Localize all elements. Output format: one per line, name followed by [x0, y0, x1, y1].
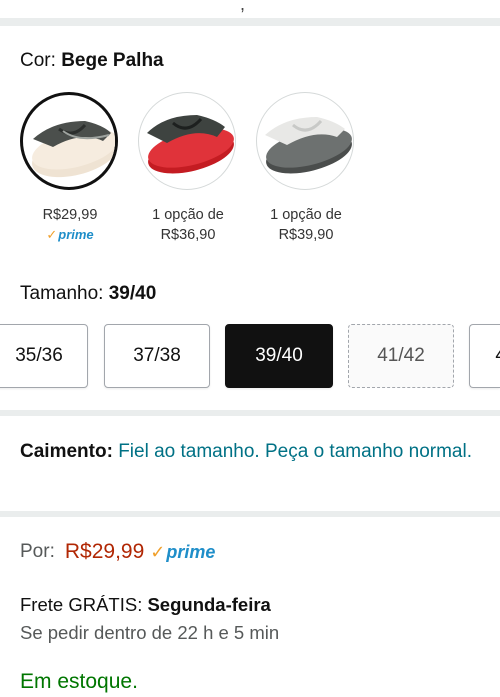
size-option-41-42[interactable]: 41/42: [348, 324, 454, 388]
color-swatch-grey[interactable]: [256, 92, 354, 190]
size-option-next-label: 4: [495, 345, 500, 367]
divider-size: [0, 410, 500, 416]
swatch-caption-grey: 1 opção de R$39,90: [246, 205, 366, 245]
size-label: Tamanho: 39/40: [20, 283, 156, 305]
divider-fit: [0, 511, 500, 517]
color-swatch-bege-palha[interactable]: [20, 92, 118, 190]
sandal-red-image: [147, 115, 234, 174]
fit-text[interactable]: Fiel ao tamanho. Peça o tamanho normal.: [118, 441, 472, 462]
sandal-beige-image: [32, 121, 115, 178]
color-swatch-red[interactable]: [138, 92, 236, 190]
shipping-free-label: Frete GRÁTIS:: [20, 594, 143, 615]
swatch-option-count: 1 opção de: [270, 207, 342, 223]
prime-badge: ✓prime: [150, 541, 216, 562]
fit-info: Caimento: Fiel ao tamanho. Peça o tamanh…: [20, 438, 480, 466]
size-option-next[interactable]: 4: [469, 324, 500, 388]
swatch-caption-red: 1 opção de R$36,90: [128, 205, 248, 245]
divider-top: [0, 18, 500, 26]
stock-status: Em estoque.: [20, 670, 138, 693]
previous-section-fragment: ,: [240, 0, 246, 14]
color-label-prefix: Cor:: [20, 50, 56, 71]
swatch-caption-bege-palha: R$29,99 ✓prime: [10, 205, 130, 245]
prime-badge: ✓prime: [46, 227, 94, 242]
size-option-35-36[interactable]: 35/36: [0, 324, 88, 388]
size-option-39-40[interactable]: 39/40: [225, 324, 333, 388]
swatch-price: R$36,90: [160, 227, 216, 243]
size-label-prefix: Tamanho:: [20, 283, 104, 304]
price-prefix: Por:: [20, 541, 55, 562]
prime-check-icon: ✓: [46, 227, 58, 242]
shipping-deadline: Se pedir dentro de 22 h e 5 min: [20, 622, 280, 643]
price-row: Por: R$29,99 ✓prime: [20, 540, 215, 564]
shipping-info: Frete GRÁTIS: Segunda-feira: [20, 594, 271, 616]
color-selected-value: Bege Palha: [61, 50, 164, 71]
swatch-price: R$29,99: [42, 207, 98, 223]
shipping-day: Segunda-feira: [147, 594, 271, 615]
size-selected-value: 39/40: [108, 283, 157, 304]
color-label: Cor: Bege Palha: [20, 50, 164, 72]
size-option-37-38[interactable]: 37/38: [104, 324, 210, 388]
price-value: R$29,99: [64, 540, 145, 563]
fit-label: Caimento:: [20, 441, 113, 462]
sandal-grey-image: [265, 117, 352, 174]
swatch-option-count: 1 opção de: [152, 207, 224, 223]
prime-check-icon: ✓: [150, 541, 166, 562]
swatch-price: R$39,90: [278, 227, 334, 243]
